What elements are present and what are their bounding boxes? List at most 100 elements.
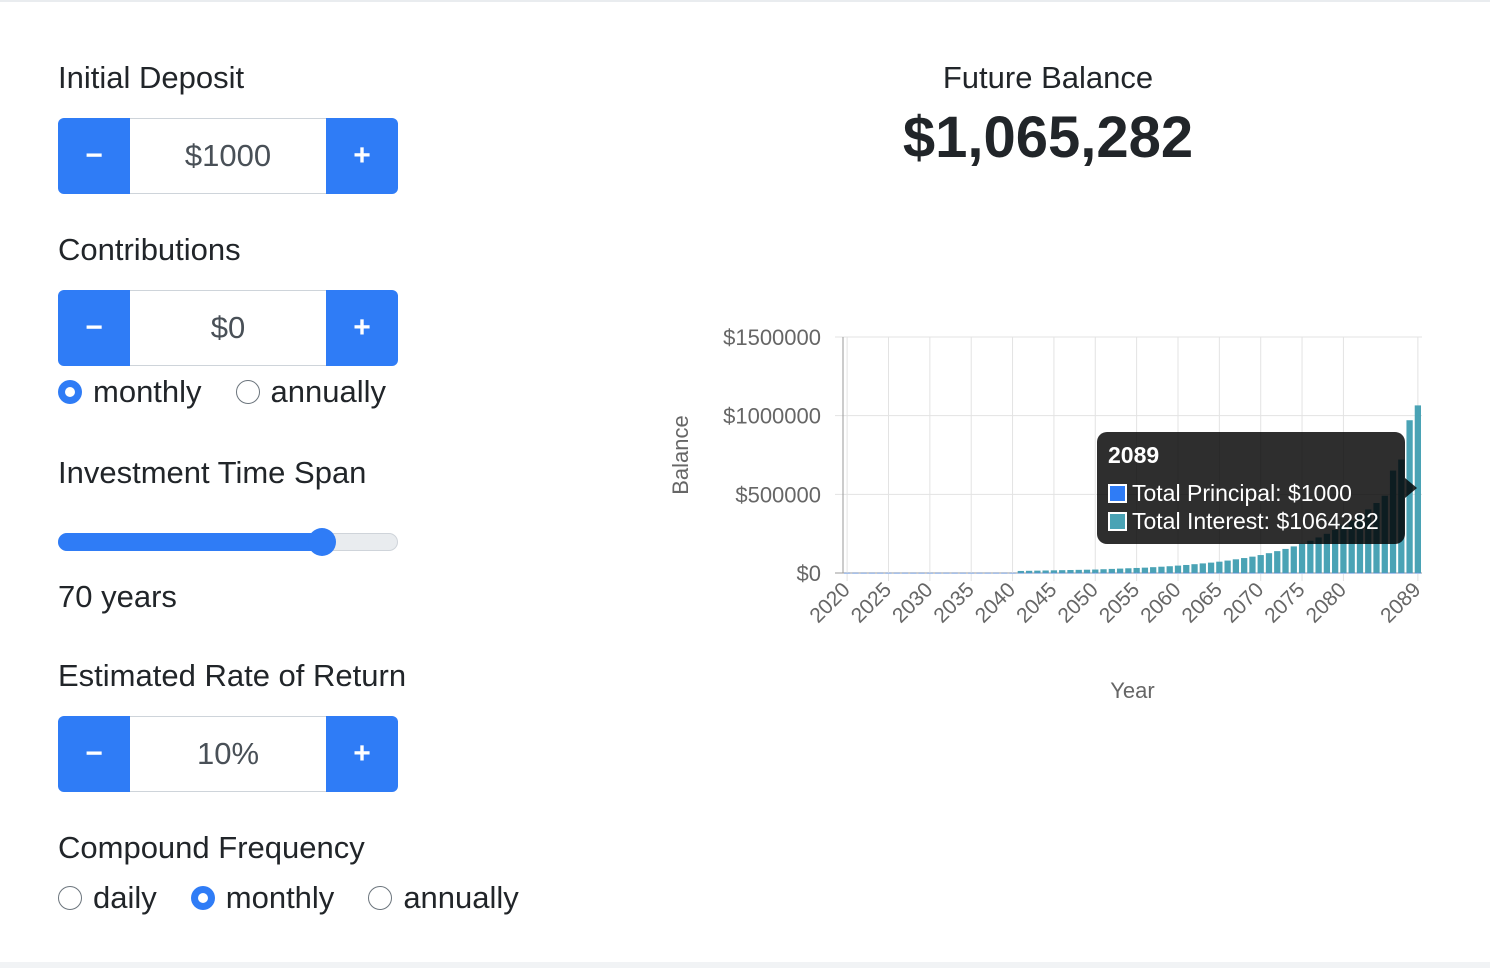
interest-bar (1191, 564, 1198, 573)
principal-bar (1282, 572, 1289, 574)
interest-bar (1025, 570, 1033, 573)
principal-bar (1116, 572, 1124, 574)
interest-bar (1150, 567, 1157, 573)
initial-deposit-increment-button[interactable]: + (326, 118, 398, 194)
x-tick-label: 2070 (1219, 578, 1268, 627)
principal-bar (1389, 572, 1397, 574)
interest-bar (1298, 543, 1306, 573)
interest-bar (1307, 540, 1314, 573)
interest-bar (1265, 553, 1273, 573)
radio-unselected-icon (58, 886, 82, 910)
future-balance-value: $1,065,282 (902, 105, 1194, 170)
interest-bar (1017, 570, 1024, 573)
principal-bar (1224, 572, 1231, 574)
principal-bar (934, 572, 942, 574)
slider-thumb[interactable] (307, 528, 336, 556)
initial-deposit-decrement-button[interactable]: − (58, 118, 130, 194)
initial-deposit-input[interactable] (130, 118, 326, 194)
time-span-slider[interactable] (58, 528, 398, 556)
y-tick-label: $1000000 (723, 404, 821, 429)
interest-bar (1158, 566, 1165, 573)
x-tick-label: 2065 (1178, 578, 1227, 627)
rate-of-return-stepper: − + (58, 716, 398, 792)
principal-bar (1199, 572, 1206, 574)
principal-bar (1009, 572, 1016, 574)
compound-monthly-radio[interactable]: monthly (190, 880, 335, 916)
rate-input[interactable] (130, 716, 326, 792)
principal-bar (1398, 572, 1405, 574)
principal-bar (1075, 572, 1082, 574)
contributions-input[interactable] (130, 290, 326, 366)
radio-label: monthly (225, 880, 335, 915)
principal-bar (1323, 572, 1331, 574)
y-tick-label: $0 (797, 561, 821, 586)
radio-unselected-icon (368, 886, 393, 910)
interest-bar (1274, 551, 1281, 573)
interest-bar (1092, 569, 1099, 573)
interest-bar (1216, 561, 1223, 573)
x-tick-label: 2055 (1095, 578, 1144, 627)
principal-bar (959, 572, 967, 574)
principal-bar (1381, 572, 1388, 574)
principal-bar (1083, 572, 1091, 574)
principal-bar (1191, 572, 1198, 574)
principal-bar (1100, 572, 1107, 574)
contributions-increment-button[interactable]: + (326, 290, 398, 366)
principal-bar (1141, 572, 1149, 574)
principal-bar (1406, 572, 1413, 574)
tooltip-interest-row: Total Interest: $1064282 (1108, 508, 1379, 535)
rate-decrement-button[interactable]: − (58, 716, 130, 792)
principal-bar (1166, 572, 1173, 574)
compound-daily-radio[interactable]: daily (58, 880, 157, 916)
principal-bar (951, 572, 958, 574)
contributions-label: Contributions (58, 232, 241, 267)
principal-bar (1332, 572, 1339, 574)
x-tick-label: 2025 (847, 578, 896, 627)
principal-bar (1232, 572, 1240, 574)
y-tick-label: $1500000 (723, 325, 821, 350)
interest-bar (1290, 546, 1297, 573)
interest-bar (1042, 570, 1049, 573)
interest-bar (1100, 569, 1107, 573)
principal-swatch (1108, 484, 1127, 503)
compound-annually-radio[interactable]: annually (368, 880, 519, 916)
principal-bar (901, 572, 909, 574)
interest-bar (1075, 569, 1082, 573)
radio-label: annually (270, 374, 387, 409)
principal-bar (976, 572, 983, 574)
contribution-monthly-radio[interactable]: monthly (58, 374, 202, 410)
principal-bar (992, 572, 1000, 574)
rate-increment-button[interactable]: + (326, 716, 398, 792)
radio-label: monthly (93, 374, 202, 409)
x-tick-label: 2035 (929, 578, 978, 627)
x-tick-label: 2045 (1012, 578, 1061, 627)
x-axis-title: Year (1110, 678, 1154, 703)
principal-bar (1315, 572, 1322, 574)
interest-bar (1174, 565, 1182, 573)
future-balance-title: Future Balance (942, 60, 1154, 95)
interest-bar (1224, 560, 1231, 573)
principal-bar (852, 572, 859, 574)
initial-deposit-label: Initial Deposit (58, 60, 245, 95)
time-span-label: Investment Time Span (58, 455, 367, 490)
principal-bar (1174, 572, 1182, 574)
principal-bar (844, 572, 851, 574)
radio-label: daily (93, 880, 157, 915)
top-border (0, 0, 1490, 2)
compound-frequency-group: daily monthly annually (58, 880, 553, 916)
principal-bar (1216, 572, 1223, 574)
principal-bar (1298, 572, 1306, 574)
principal-bar (1340, 572, 1347, 574)
tooltip-title: 2089 (1108, 442, 1160, 468)
interest-bar (1249, 556, 1256, 573)
x-tick-label: 2040 (971, 578, 1020, 627)
principal-bar (1183, 572, 1190, 574)
principal-bar (1092, 572, 1099, 574)
principal-bar (984, 572, 991, 574)
contributions-decrement-button[interactable]: − (58, 290, 130, 366)
initial-deposit-stepper: − + (58, 118, 398, 194)
principal-bar (1034, 572, 1041, 574)
principal-bar (1414, 572, 1421, 574)
principal-bar (1125, 572, 1132, 574)
contribution-annually-radio[interactable]: annually (235, 374, 387, 410)
